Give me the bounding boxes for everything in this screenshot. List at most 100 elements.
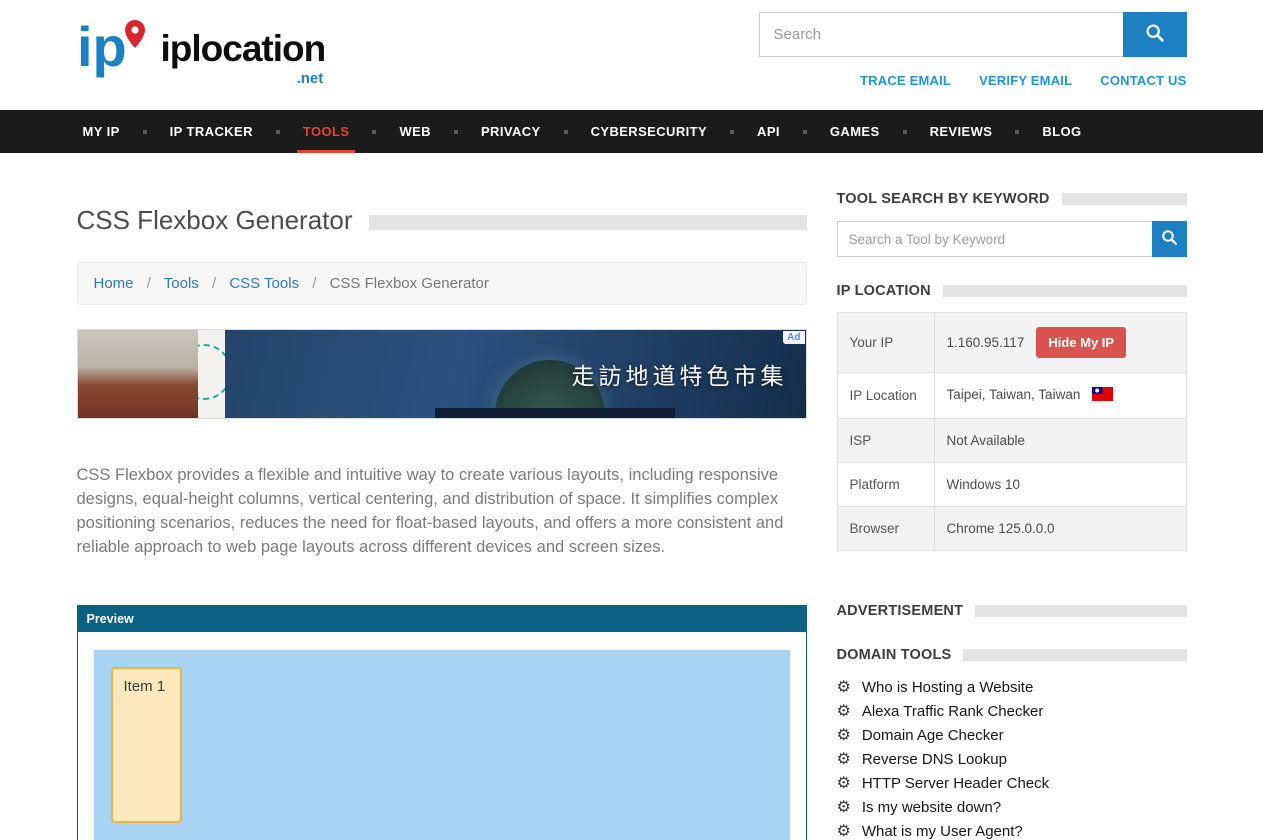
- list-item: ⚙ Is my website down?: [837, 799, 1187, 816]
- top-header: ip iplocation .net: [0, 0, 1263, 110]
- logo-tld: .net: [297, 70, 324, 87]
- search-input[interactable]: [759, 12, 1123, 57]
- logo-text: iplocation .net: [161, 28, 326, 70]
- platform-value: Windows 10: [934, 463, 1186, 507]
- preview-header: Preview: [78, 606, 806, 632]
- breadcrumb-current: CSS Flexbox Generator: [330, 275, 489, 292]
- nav-separator: [803, 130, 807, 134]
- page-title: CSS Flexbox Generator: [77, 205, 353, 236]
- nav-item-reviews[interactable]: REVIEWS: [924, 110, 999, 153]
- flexbox-preview-panel: Preview Item 1: [77, 605, 807, 840]
- row-label: IP Location: [837, 373, 934, 419]
- gear-icon: ⚙: [837, 776, 851, 792]
- breadcrumb-separator: /: [312, 275, 316, 292]
- svg-text:ip: ip: [77, 15, 127, 78]
- advertisement-heading: ADVERTISEMENT: [837, 603, 1187, 619]
- nav-item-blog[interactable]: BLOG: [1036, 110, 1087, 153]
- tool-search-heading: TOOL SEARCH BY KEYWORD: [837, 191, 1187, 207]
- table-row: Browser Chrome 125.0.0.0: [837, 507, 1186, 551]
- nav-separator: [903, 130, 907, 134]
- site-logo[interactable]: ip iplocation .net: [77, 14, 326, 83]
- contact-us-link[interactable]: CONTACT US: [1100, 73, 1186, 88]
- ad-headline: 走訪地道特色市集: [572, 357, 788, 391]
- search-icon: [1161, 229, 1178, 249]
- nav-item-web[interactable]: WEB: [393, 110, 437, 153]
- domain-tool-link[interactable]: Alexa Traffic Rank Checker: [862, 703, 1043, 720]
- tool-search-button[interactable]: [1152, 221, 1187, 257]
- nav-item-privacy[interactable]: PRIVACY: [475, 110, 547, 153]
- domain-tools-list: ⚙ Who is Hosting a Website ⚙ Alexa Traff…: [837, 679, 1187, 840]
- nav-separator: [372, 130, 376, 134]
- nav-item-my-ip[interactable]: MY IP: [77, 110, 126, 153]
- row-label: ISP: [837, 419, 934, 463]
- your-ip-value: 1.160.95.117: [947, 335, 1025, 350]
- tool-search: [837, 221, 1187, 257]
- nav-separator: [454, 130, 458, 134]
- domain-tool-link[interactable]: Is my website down?: [862, 799, 1001, 816]
- gear-icon: ⚙: [837, 824, 851, 840]
- main-content: CSS Flexbox Generator Home / Tools / CSS…: [77, 205, 807, 840]
- domain-tool-link[interactable]: Domain Age Checker: [862, 727, 1004, 744]
- browser-value: Chrome 125.0.0.0: [934, 507, 1186, 551]
- isp-value: Not Available: [934, 419, 1186, 463]
- nav-separator: [276, 130, 280, 134]
- list-item: ⚙ Who is Hosting a Website: [837, 679, 1187, 696]
- ad-badge[interactable]: Ad: [783, 331, 804, 344]
- breadcrumb-separator: /: [212, 275, 216, 292]
- domain-tool-link[interactable]: What is my User Agent?: [862, 823, 1023, 840]
- ip-location-heading: IP LOCATION: [837, 283, 1187, 299]
- domain-tools-heading: DOMAIN TOOLS: [837, 647, 1187, 663]
- heading-decoration-bar: [943, 285, 1187, 297]
- trace-email-link[interactable]: TRACE EMAIL: [860, 73, 951, 88]
- gear-icon: ⚙: [837, 752, 851, 768]
- domain-tool-link[interactable]: HTTP Server Header Check: [862, 775, 1049, 792]
- list-item: ⚙ What is my User Agent?: [837, 823, 1187, 840]
- ip-location-value: Taipei, Taiwan, Taiwan: [947, 387, 1081, 402]
- breadcrumb: Home / Tools / CSS Tools / CSS Flexbox G…: [77, 262, 807, 305]
- nav-item-games[interactable]: GAMES: [824, 110, 886, 153]
- taiwan-flag-icon: [1092, 387, 1113, 404]
- sidebar: TOOL SEARCH BY KEYWORD IP LOCATION: [837, 191, 1187, 840]
- tool-search-input[interactable]: [837, 221, 1152, 257]
- heading-decoration-bar: [1062, 193, 1187, 205]
- hide-my-ip-button[interactable]: Hide My IP: [1036, 327, 1126, 358]
- flex-container-demo: Item 1: [94, 650, 790, 840]
- nav-separator: [564, 130, 568, 134]
- ad-left-image: [78, 330, 198, 418]
- ad-main-image: 走訪地道特色市集: [225, 330, 806, 418]
- flex-item-1: Item 1: [111, 667, 182, 823]
- gear-icon: ⚙: [837, 704, 851, 720]
- domain-tool-link[interactable]: Reverse DNS Lookup: [862, 751, 1007, 768]
- tool-description: CSS Flexbox provides a flexible and intu…: [77, 463, 807, 559]
- table-row: ISP Not Available: [837, 419, 1186, 463]
- header-search: [759, 12, 1187, 57]
- gear-icon: ⚙: [837, 680, 851, 696]
- logo-icon: ip: [77, 14, 157, 83]
- ad-banner[interactable]: 走訪地道特色市集 Ad: [77, 329, 807, 419]
- nav-item-ip-tracker[interactable]: IP TRACKER: [164, 110, 259, 153]
- nav-separator: [1015, 130, 1019, 134]
- header-links: TRACE EMAIL VERIFY EMAIL CONTACT US: [860, 73, 1186, 88]
- gear-icon: ⚙: [837, 728, 851, 744]
- preview-body: Item 1: [78, 632, 806, 840]
- verify-email-link[interactable]: VERIFY EMAIL: [979, 73, 1072, 88]
- search-button[interactable]: [1123, 12, 1187, 57]
- breadcrumb-css-tools[interactable]: CSS Tools: [229, 275, 299, 292]
- ad-decoration: [198, 330, 225, 418]
- nav-item-api[interactable]: API: [751, 110, 786, 153]
- breadcrumb-home[interactable]: Home: [94, 275, 134, 292]
- breadcrumb-separator: /: [147, 275, 151, 292]
- table-row: Platform Windows 10: [837, 463, 1186, 507]
- nav-separator: [143, 130, 147, 134]
- search-icon: [1145, 23, 1165, 46]
- nav-item-tools[interactable]: TOOLS: [297, 110, 356, 153]
- gear-icon: ⚙: [837, 800, 851, 816]
- title-decoration-bar: [369, 215, 807, 230]
- logo-name: iplocation: [161, 28, 326, 69]
- domain-tool-link[interactable]: Who is Hosting a Website: [862, 679, 1033, 696]
- breadcrumb-tools[interactable]: Tools: [164, 275, 199, 292]
- table-row: Your IP 1.160.95.117 Hide My IP: [837, 313, 1186, 373]
- row-label: Browser: [837, 507, 934, 551]
- heading-decoration-bar: [975, 605, 1186, 617]
- nav-item-cybersecurity[interactable]: CYBERSECURITY: [585, 110, 713, 153]
